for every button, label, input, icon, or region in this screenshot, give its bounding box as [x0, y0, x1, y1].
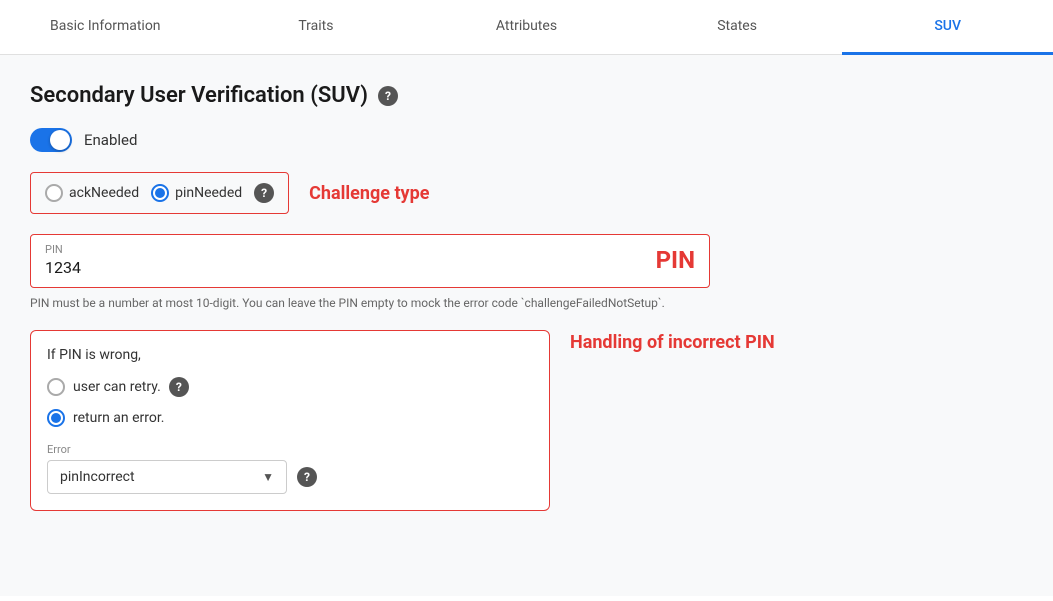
tab-basic-information[interactable]: Basic Information: [0, 0, 211, 55]
tab-bar: Basic Information Traits Attributes Stat…: [0, 0, 1053, 55]
error-dropdown[interactable]: pinIncorrect ▼: [47, 460, 287, 494]
main-content: Secondary User Verification (SUV) ? Enab…: [0, 55, 1053, 596]
pin-field-label: PIN: [45, 243, 636, 256]
error-option: return an error.: [47, 409, 533, 427]
enabled-toggle-row: Enabled: [30, 128, 1023, 152]
radio-pin-needed-dot: [155, 188, 165, 198]
radio-pin-needed[interactable]: pinNeeded: [151, 184, 242, 202]
retry-label: user can retry.: [73, 379, 161, 395]
dropdown-arrow-icon: ▼: [262, 470, 274, 484]
radio-ack-needed-label: ackNeeded: [69, 185, 139, 201]
tab-attributes[interactable]: Attributes: [421, 0, 632, 55]
tab-suv[interactable]: SUV: [842, 0, 1053, 55]
radio-ack-needed-circle: [45, 184, 63, 202]
error-dropdown-help-icon[interactable]: ?: [297, 467, 317, 487]
tab-states[interactable]: States: [632, 0, 843, 55]
pin-big-label: PIN: [656, 246, 695, 274]
radio-pin-needed-label: pinNeeded: [175, 185, 242, 201]
retry-option: user can retry. ?: [47, 377, 533, 397]
error-radio[interactable]: [47, 409, 65, 427]
pin-field-inner: PIN 1234: [45, 243, 636, 277]
radio-ack-needed[interactable]: ackNeeded: [45, 184, 139, 202]
challenge-type-label: Challenge type: [309, 183, 429, 204]
error-dropdown-label: Error: [47, 443, 533, 456]
incorrect-pin-container: If PIN is wrong, user can retry. ? retur…: [30, 330, 1023, 511]
retry-help-icon[interactable]: ?: [169, 377, 189, 397]
pin-section: PIN 1234 PIN PIN must be a number at mos…: [30, 234, 1023, 310]
incorrect-pin-options: user can retry. ? return an error.: [47, 377, 533, 427]
error-dropdown-section: Error pinIncorrect ▼ ?: [47, 443, 533, 494]
challenge-type-help-icon[interactable]: ?: [254, 183, 274, 203]
error-radio-dot: [51, 413, 61, 423]
section-title-text: Secondary User Verification (SUV): [30, 83, 368, 108]
enabled-label: Enabled: [84, 131, 137, 149]
enabled-toggle[interactable]: [30, 128, 72, 152]
error-dropdown-value: pinIncorrect: [60, 469, 135, 485]
pin-value[interactable]: 1234: [45, 258, 636, 277]
incorrect-pin-box: If PIN is wrong, user can retry. ? retur…: [30, 330, 550, 511]
error-label: return an error.: [73, 410, 164, 426]
challenge-type-radio-box: ackNeeded pinNeeded ?: [30, 172, 289, 214]
pin-field-wrapper: PIN 1234 PIN: [30, 234, 710, 288]
error-dropdown-wrapper: pinIncorrect ▼ ?: [47, 460, 533, 494]
retry-radio[interactable]: [47, 378, 65, 396]
challenge-type-container: ackNeeded pinNeeded ? Challenge type: [30, 172, 1023, 214]
pin-hint: PIN must be a number at most 10-digit. Y…: [30, 296, 1023, 310]
tab-traits[interactable]: Traits: [211, 0, 422, 55]
radio-pin-needed-circle: [151, 184, 169, 202]
section-title: Secondary User Verification (SUV) ?: [30, 83, 1023, 108]
handling-label: Handling of incorrect PIN: [570, 330, 775, 355]
incorrect-pin-title: If PIN is wrong,: [47, 347, 533, 363]
section-help-icon[interactable]: ?: [378, 86, 398, 106]
